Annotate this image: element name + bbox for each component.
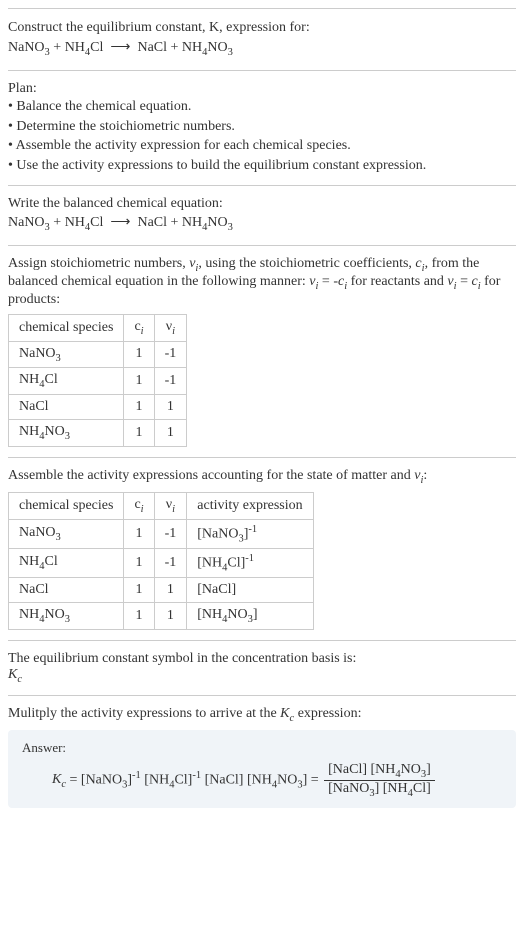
species-cell: NaCl — [9, 578, 124, 603]
plan-item: • Use the activity expressions to build … — [8, 156, 516, 176]
table-row: NH4Cl 1 -1 [NH4Cl]-1 — [9, 548, 314, 577]
table-header: νi — [154, 492, 187, 519]
v-cell: -1 — [154, 368, 187, 395]
table-row: NH4NO3 1 1 [NH4NO3] — [9, 603, 314, 630]
plan-item: • Determine the stoichiometric numbers. — [8, 117, 516, 137]
c-cell: 1 — [124, 368, 154, 395]
table-header-row: chemical species ci νi — [9, 314, 187, 341]
species-cell: NH4Cl — [9, 368, 124, 395]
c-cell: 1 — [124, 341, 154, 368]
table-row: NH4Cl 1 -1 — [9, 368, 187, 395]
expr-cell: [NH4Cl]-1 — [187, 548, 313, 577]
expr-cell: [NaNO3]-1 — [187, 519, 313, 548]
table-header: ci — [124, 314, 154, 341]
table-row: NH4NO3 1 1 — [9, 420, 187, 447]
v-cell: -1 — [154, 548, 187, 577]
species-cell: NaNO3 — [9, 519, 124, 548]
plan-heading: Plan: — [8, 81, 516, 97]
c-cell: 1 — [124, 519, 154, 548]
problem-section: Construct the equilibrium constant, K, e… — [8, 8, 516, 70]
activity-heading: Assemble the activity expressions accoun… — [8, 468, 516, 486]
expr-cell: [NH4NO3] — [187, 603, 313, 630]
balanced-equation: NaNO3 + NH4Cl ⟶ NaCl + NH4NO3 — [8, 212, 516, 235]
c-cell: 1 — [124, 578, 154, 603]
table-row: NaCl 1 1 — [9, 395, 187, 420]
table-header: νi — [154, 314, 187, 341]
table-header-row: chemical species ci νi activity expressi… — [9, 492, 314, 519]
plan-item: • Assemble the activity expression for e… — [8, 136, 516, 156]
v-cell: -1 — [154, 341, 187, 368]
answer-box: Answer: Kc = [NaNO3]-1 [NH4Cl]-1 [NaCl] … — [8, 730, 516, 809]
balanced-section: Write the balanced chemical equation: Na… — [8, 185, 516, 245]
c-cell: 1 — [124, 603, 154, 630]
species-cell: NH4NO3 — [9, 420, 124, 447]
problem-intro: Construct the equilibrium constant, K, e… — [8, 19, 516, 37]
v-cell: -1 — [154, 519, 187, 548]
balanced-heading: Write the balanced chemical equation: — [8, 196, 516, 212]
species-cell: NH4NO3 — [9, 603, 124, 630]
table-row: NaNO3 1 -1 — [9, 341, 187, 368]
v-cell: 1 — [154, 420, 187, 447]
v-cell: 1 — [154, 603, 187, 630]
table-row: NaNO3 1 -1 [NaNO3]-1 — [9, 519, 314, 548]
table-header: chemical species — [9, 492, 124, 519]
stoich-heading: Assign stoichiometric numbers, νi, using… — [8, 256, 516, 308]
species-cell: NH4Cl — [9, 548, 124, 577]
activity-section: Assemble the activity expressions accoun… — [8, 457, 516, 640]
stoich-section: Assign stoichiometric numbers, νi, using… — [8, 245, 516, 457]
c-cell: 1 — [124, 395, 154, 420]
table-header: activity expression — [187, 492, 313, 519]
c-cell: 1 — [124, 548, 154, 577]
table-row: NaCl 1 1 [NaCl] — [9, 578, 314, 603]
activity-table: chemical species ci νi activity expressi… — [8, 492, 314, 631]
plan-section: Plan: • Balance the chemical equation. •… — [8, 70, 516, 185]
c-cell: 1 — [124, 420, 154, 447]
species-cell: NaCl — [9, 395, 124, 420]
v-cell: 1 — [154, 578, 187, 603]
symbol-heading: The equilibrium constant symbol in the c… — [8, 651, 516, 667]
plan-item: • Balance the chemical equation. — [8, 97, 516, 117]
expr-cell: [NaCl] — [187, 578, 313, 603]
problem-equation: NaNO3 + NH4Cl ⟶ NaCl + NH4NO3 — [8, 37, 516, 60]
stoich-table: chemical species ci νi NaNO3 1 -1 NH4Cl … — [8, 314, 187, 447]
table-header: ci — [124, 492, 154, 519]
answer-expression: Kc = [NaNO3]-1 [NH4Cl]-1 [NaCl] [NH4NO3]… — [22, 762, 502, 799]
symbol-value: Kc — [8, 667, 516, 685]
species-cell: NaNO3 — [9, 341, 124, 368]
table-header: chemical species — [9, 314, 124, 341]
answer-label: Answer: — [22, 740, 502, 756]
v-cell: 1 — [154, 395, 187, 420]
symbol-section: The equilibrium constant symbol in the c… — [8, 640, 516, 695]
final-heading: Mulitply the activity expressions to arr… — [8, 706, 516, 724]
final-section: Mulitply the activity expressions to arr… — [8, 695, 516, 818]
